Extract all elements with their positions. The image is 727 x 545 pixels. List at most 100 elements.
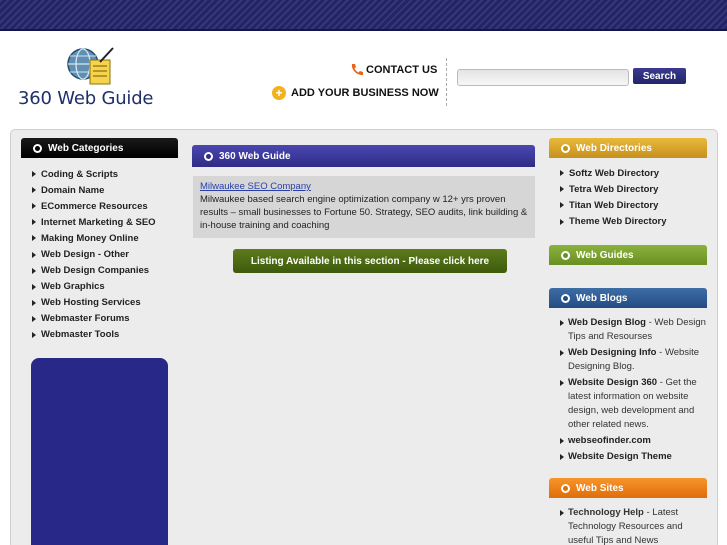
add-business-label: ADD YOUR BUSINESS NOW: [291, 87, 439, 99]
category-item[interactable]: Webmaster Forums: [32, 311, 156, 327]
site-name[interactable]: Technology Help: [568, 507, 644, 518]
contact-us-label: CONTACT US: [366, 63, 438, 76]
triangle-bullet-icon: [32, 235, 36, 242]
directory-label: Tetra Web Directory: [569, 183, 659, 195]
triangle-bullet-icon: [560, 218, 564, 225]
web-directories-heading: Web Directories: [549, 138, 707, 158]
directory-item[interactable]: Titan Web Directory: [560, 197, 667, 213]
category-label: Internet Marketing & SEO: [41, 216, 156, 228]
category-item[interactable]: Internet Marketing & SEO: [32, 214, 156, 230]
triangle-bullet-icon: [560, 437, 564, 444]
blog-item[interactable]: Web Design Blog - Web Design Tips and Re…: [560, 316, 710, 344]
logo-text[interactable]: 360 Web Guide: [18, 88, 154, 109]
phone-icon: [351, 64, 363, 76]
category-item[interactable]: Domain Name: [32, 182, 156, 198]
blog-item[interactable]: Website Design Theme: [560, 450, 710, 464]
category-label: Coding & Scripts: [41, 168, 119, 180]
center-heading-title: 360 Web Guide: [219, 150, 291, 162]
triangle-bullet-icon: [32, 187, 36, 194]
web-sites-heading: Web Sites: [549, 478, 707, 498]
category-label: Making Money Online: [41, 232, 139, 244]
sites-list: Technology Help - Latest Technology Reso…: [560, 506, 710, 545]
globe-logo-icon[interactable]: [66, 46, 114, 86]
category-item[interactable]: Making Money Online: [32, 230, 156, 246]
directory-label: Theme Web Directory: [569, 216, 667, 228]
site-item[interactable]: Technology Help - Latest Technology Reso…: [560, 506, 710, 545]
listing-available-button[interactable]: Listing Available in this section - Plea…: [233, 249, 507, 273]
category-label: Webmaster Tools: [41, 329, 120, 341]
category-label: Web Graphics: [41, 281, 105, 293]
top-banner: [0, 0, 727, 31]
triangle-bullet-icon: [32, 331, 36, 338]
web-categories-heading: Web Categories: [21, 138, 178, 158]
directory-item[interactable]: Tetra Web Directory: [560, 181, 667, 197]
category-label: Web Design - Other: [41, 249, 129, 261]
blog-name[interactable]: Website Design Theme: [568, 451, 672, 462]
category-item[interactable]: Web Graphics: [32, 279, 156, 295]
triangle-bullet-icon: [560, 202, 564, 209]
blog-name[interactable]: Web Design Blog: [568, 317, 646, 328]
blog-item[interactable]: Website Design 360 - Get the latest info…: [560, 376, 710, 432]
category-item[interactable]: Coding & Scripts: [32, 166, 156, 182]
blog-item[interactable]: webseofinder.com: [560, 434, 710, 448]
bullet-dot-icon: [561, 143, 570, 153]
web-guides-heading: Web Guides: [549, 245, 707, 265]
listing-description: Milwaukee based search engine optimizati…: [200, 194, 528, 231]
triangle-bullet-icon: [32, 283, 36, 290]
web-guides-title: Web Guides: [576, 249, 634, 261]
left-blue-panel: [31, 358, 168, 545]
directory-item[interactable]: Theme Web Directory: [560, 214, 667, 230]
category-label: Web Hosting Services: [41, 297, 141, 309]
category-label: Web Design Companies: [41, 265, 150, 277]
category-item[interactable]: Web Hosting Services: [32, 295, 156, 311]
bullet-dot-icon: [204, 151, 213, 161]
category-item[interactable]: ECommerce Resources: [32, 198, 156, 214]
triangle-bullet-icon: [32, 251, 36, 258]
triangle-bullet-icon: [560, 379, 564, 386]
bullet-dot-icon: [561, 483, 570, 493]
plus-circle-icon: +: [272, 86, 286, 100]
triangle-bullet-icon: [32, 219, 36, 226]
category-item[interactable]: Webmaster Tools: [32, 327, 156, 343]
directory-item[interactable]: Softz Web Directory: [560, 165, 667, 181]
blog-name[interactable]: webseofinder.com: [568, 435, 651, 446]
web-blogs-title: Web Blogs: [576, 292, 628, 304]
triangle-bullet-icon: [32, 315, 36, 322]
triangle-bullet-icon: [32, 299, 36, 306]
blog-name[interactable]: Website Design 360: [568, 377, 657, 388]
triangle-bullet-icon: [560, 319, 564, 326]
category-list: Coding & Scripts Domain Name ECommerce R…: [32, 166, 156, 343]
category-item[interactable]: Web Design - Other: [32, 246, 156, 262]
web-directories-title: Web Directories: [576, 142, 652, 154]
blog-name[interactable]: Web Designing Info: [568, 347, 657, 358]
contact-us-link[interactable]: CONTACT US: [350, 63, 437, 76]
search-input[interactable]: [457, 69, 629, 86]
triangle-bullet-icon: [560, 453, 564, 460]
header-divider: [446, 58, 447, 106]
triangle-bullet-icon: [560, 170, 564, 177]
directory-label: Titan Web Directory: [569, 199, 659, 211]
listing-box: Milwaukee SEO Company Milwaukee based se…: [193, 176, 535, 238]
directory-list: Softz Web Directory Tetra Web Directory …: [560, 165, 667, 230]
blog-item[interactable]: Web Designing Info - Website Designing B…: [560, 346, 710, 374]
directory-label: Softz Web Directory: [569, 167, 660, 179]
triangle-bullet-icon: [560, 509, 564, 516]
blog-list: Web Design Blog - Web Design Tips and Re…: [560, 316, 710, 466]
triangle-bullet-icon: [32, 203, 36, 210]
search-button[interactable]: Search: [633, 68, 686, 84]
category-label: ECommerce Resources: [41, 200, 148, 212]
category-label: Domain Name: [41, 184, 105, 196]
bullet-dot-icon: [33, 143, 42, 153]
web-sites-title: Web Sites: [576, 482, 624, 494]
triangle-bullet-icon: [32, 171, 36, 178]
category-label: Webmaster Forums: [41, 313, 130, 325]
add-business-link[interactable]: + ADD YOUR BUSINESS NOW: [272, 86, 439, 100]
category-item[interactable]: Web Design Companies: [32, 263, 156, 279]
triangle-bullet-icon: [560, 349, 564, 356]
bullet-dot-icon: [561, 250, 570, 260]
triangle-bullet-icon: [560, 186, 564, 193]
bullet-dot-icon: [561, 293, 570, 303]
center-heading: 360 Web Guide: [192, 145, 535, 167]
triangle-bullet-icon: [32, 267, 36, 274]
listing-title-link[interactable]: Milwaukee SEO Company: [200, 180, 528, 193]
